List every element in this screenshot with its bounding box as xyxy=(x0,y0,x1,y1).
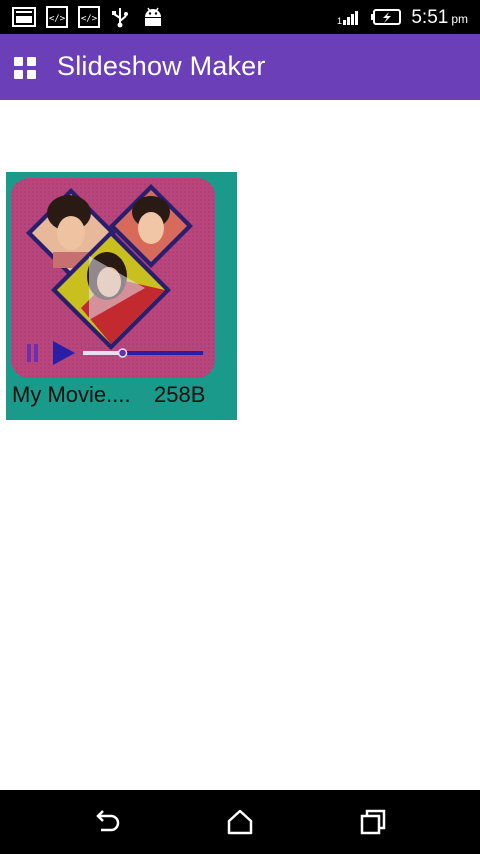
video-card[interactable]: My Movie.... 258B xyxy=(6,172,237,420)
code-icon: </> xyxy=(78,6,100,28)
status-time: 5:51 pm xyxy=(411,7,468,28)
svg-text:</>: </> xyxy=(81,14,98,24)
video-size: 258B xyxy=(154,382,206,407)
video-thumbnail xyxy=(11,178,215,378)
code-icon: </> xyxy=(46,6,68,28)
grid-icon[interactable] xyxy=(14,57,38,81)
android-icon xyxy=(145,7,161,26)
recents-icon[interactable] xyxy=(357,806,389,838)
back-icon[interactable] xyxy=(91,806,123,838)
slideshow-thumbnail-art xyxy=(11,178,215,378)
home-icon[interactable] xyxy=(224,806,256,838)
usb-icon xyxy=(112,8,128,28)
status-bar: </> </> 1 5:51 pm xyxy=(0,0,480,34)
gallery-icon xyxy=(12,7,36,27)
app-title: Slideshow Maker xyxy=(57,51,266,81)
navigation-bar xyxy=(0,790,480,854)
video-name: My Movie.... xyxy=(12,382,131,407)
svg-text:1: 1 xyxy=(337,16,342,26)
battery-charging-icon xyxy=(371,9,401,25)
svg-text:</>: </> xyxy=(49,14,66,24)
signal-icon: 1 xyxy=(337,11,358,26)
